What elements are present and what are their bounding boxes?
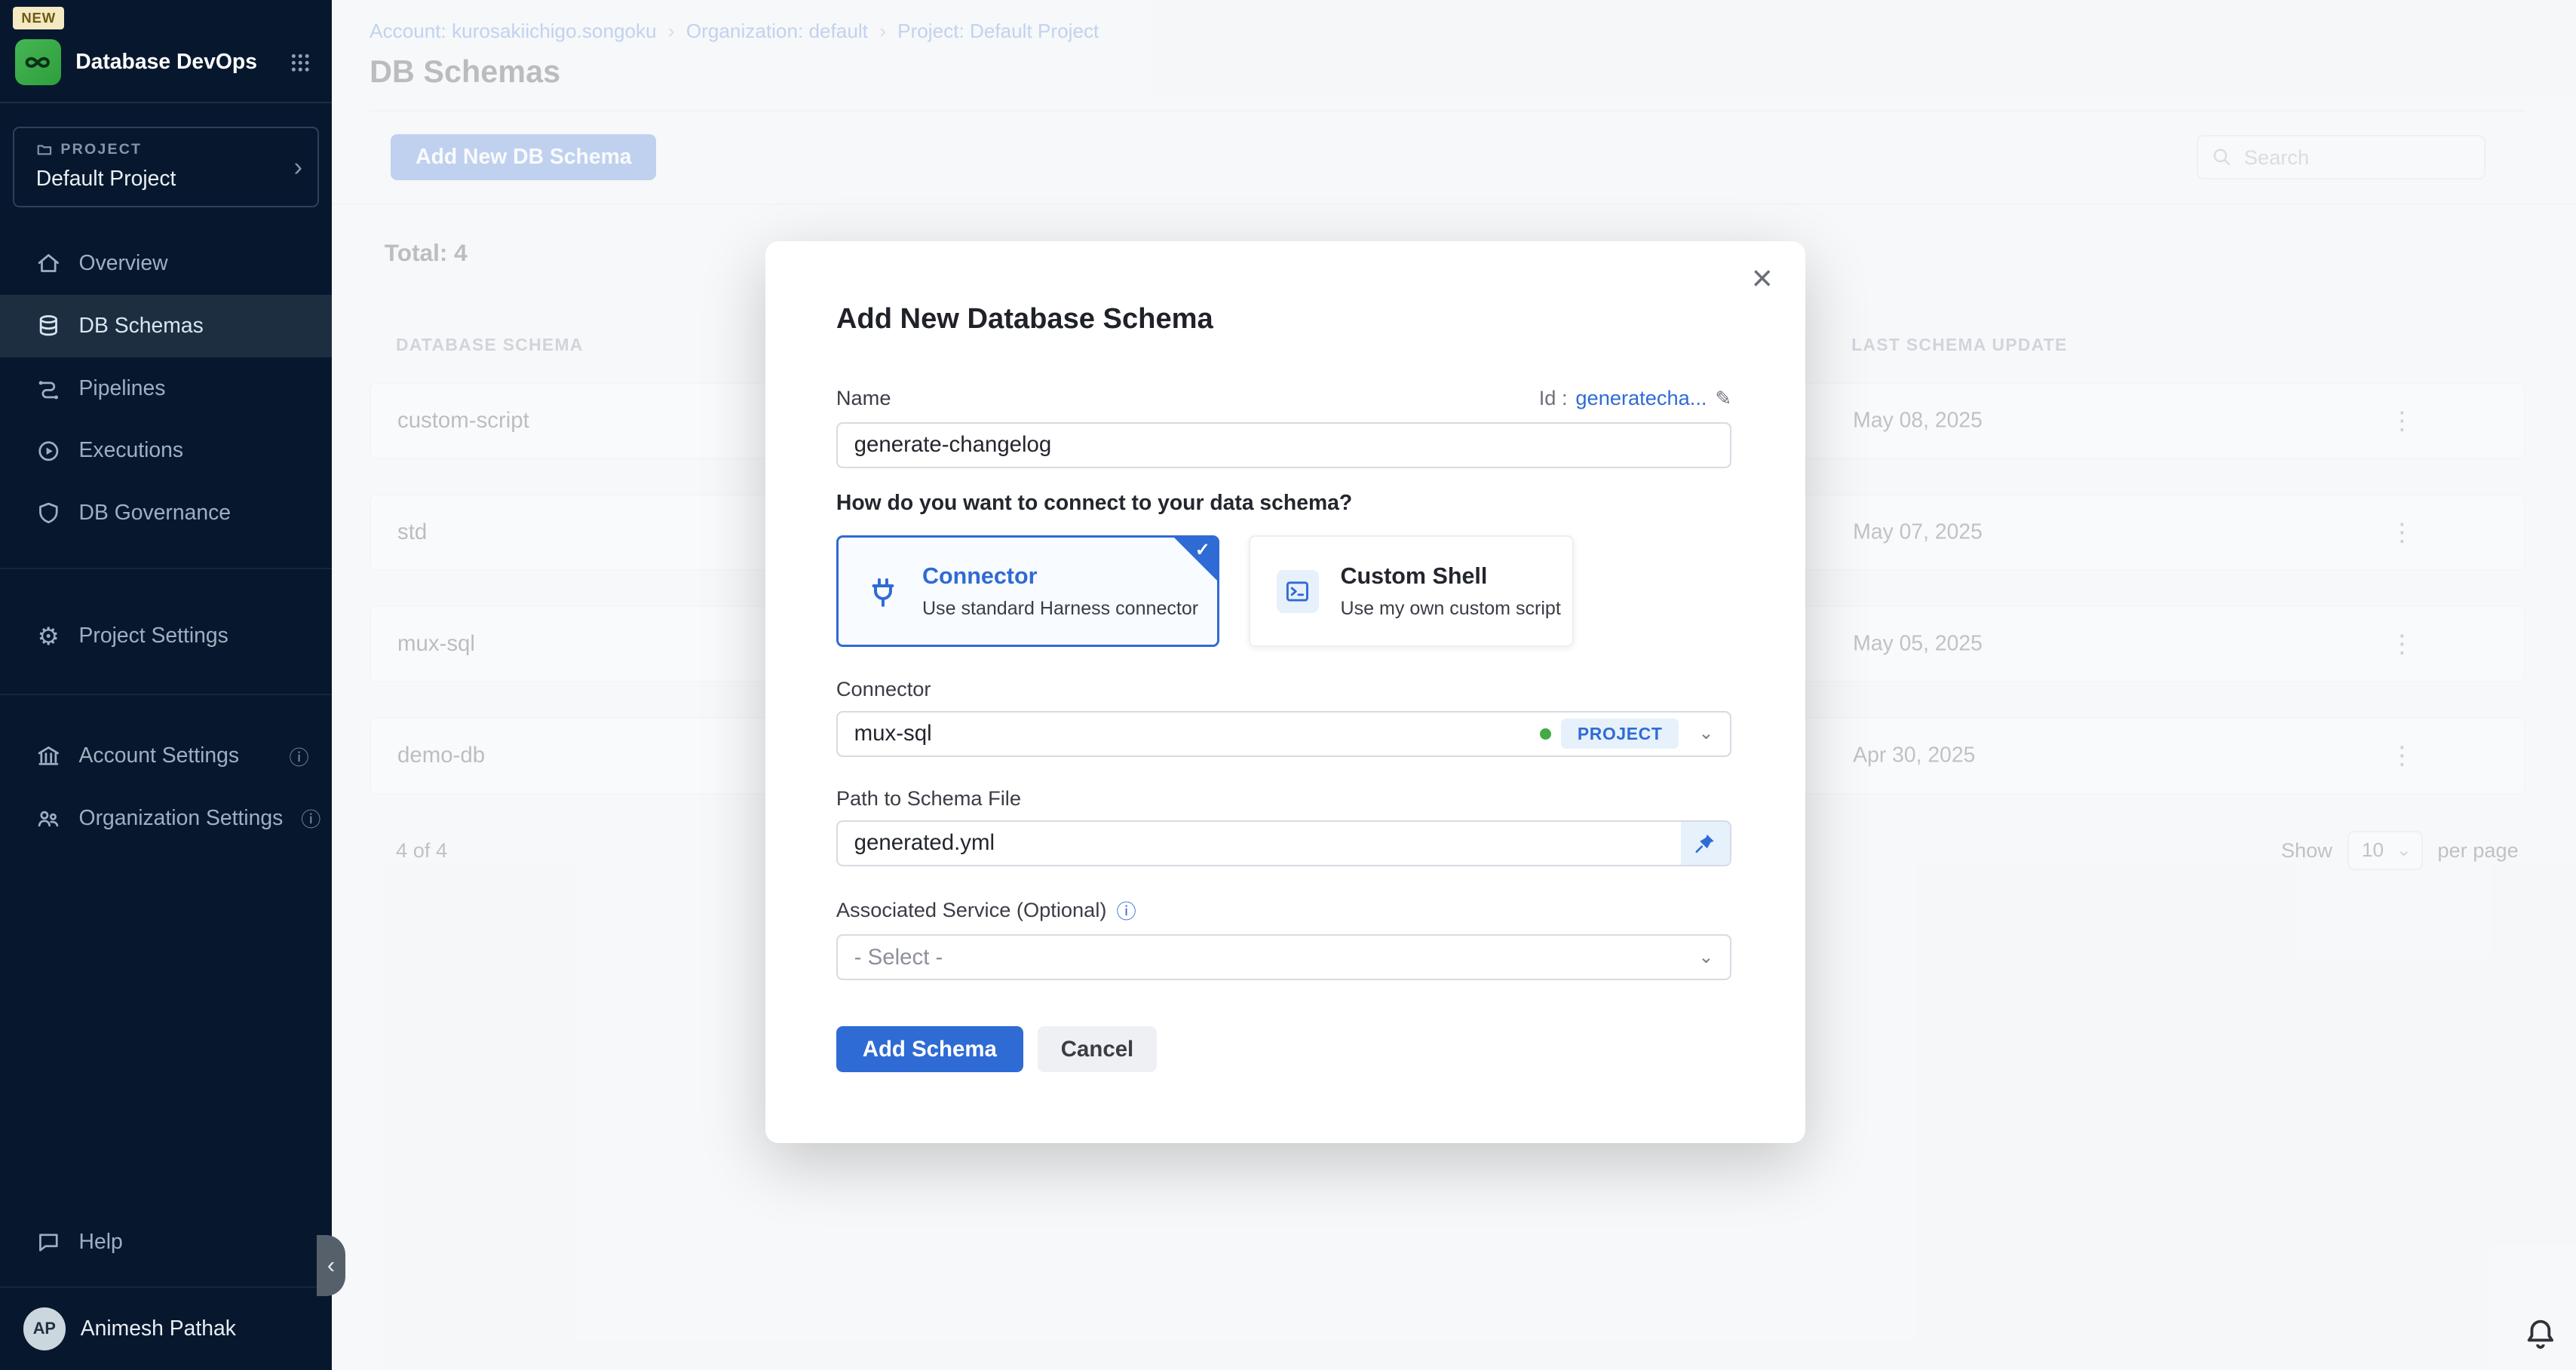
app-title: Database DevOps [75, 50, 274, 75]
option-subtitle: Use standard Harness connector [922, 598, 1198, 620]
pipelines-icon [36, 376, 61, 401]
sidebar-item-label: Project Settings [79, 624, 228, 648]
sidebar-item-label: Organization Settings [79, 806, 284, 831]
info-icon: ⓘ [289, 742, 308, 771]
cancel-button[interactable]: Cancel [1038, 1026, 1156, 1072]
overview-icon [36, 251, 61, 276]
id-value-link[interactable]: generatecha... [1575, 386, 1707, 410]
project-icon [36, 142, 53, 158]
db-governance-icon [36, 501, 61, 526]
sidebar-item-project-settings[interactable]: ⚙ Project Settings [0, 605, 332, 667]
module-grid-icon[interactable] [289, 51, 312, 75]
connector-icon [865, 573, 901, 609]
chevron-down-icon: ⌄ [1698, 725, 1713, 743]
sidebar-item-account-settings[interactable]: Account Settings ⓘ [0, 725, 332, 787]
status-dot [1540, 728, 1551, 740]
gear-icon: ⚙ [36, 624, 61, 649]
path-label: Path to Schema File [836, 786, 1731, 811]
sidebar-item-overview[interactable]: Overview [0, 232, 332, 295]
app-window: NEW Database DevOps PROJECT Default Proj… [0, 0, 2576, 1370]
chevron-left-icon: ‹ [327, 1252, 335, 1279]
info-icon: ⓘ [301, 804, 320, 832]
sidebar-item-label: Account Settings [79, 743, 239, 768]
connection-options: Connector Use standard Harness connector… [836, 535, 1731, 647]
sidebar-item-organization-settings[interactable]: Organization Settings ⓘ [0, 787, 332, 850]
project-selector[interactable]: PROJECT Default Project › [13, 127, 318, 208]
option-card-connector[interactable]: Connector Use standard Harness connector… [836, 535, 1219, 647]
sidebar-divider [0, 694, 332, 695]
sidebar-item-db-governance[interactable]: DB Governance [0, 482, 332, 544]
app-logo [15, 39, 61, 85]
info-icon: ⓘ [1117, 896, 1136, 924]
resource-center-icon[interactable] [2523, 1316, 2558, 1350]
sidebar-item-executions[interactable]: Executions [0, 419, 332, 482]
sidebar-item-help[interactable]: Help [0, 1211, 332, 1273]
pencil-icon[interactable]: ✎ [1715, 387, 1731, 410]
add-schema-modal: × Add New Database Schema Name Id : gene… [765, 241, 1805, 1143]
check-icon: ✓ [1195, 539, 1210, 561]
modal-title: Add New Database Schema [836, 241, 1731, 336]
sidebar-item-label: DB Schemas [79, 314, 204, 339]
option-subtitle: Use my own custom script [1341, 598, 1561, 620]
avatar: AP [23, 1307, 66, 1350]
project-label: PROJECT [60, 141, 142, 158]
sidebar-item-label: Pipelines [79, 376, 166, 401]
id-prefix: Id : [1539, 386, 1568, 410]
path-field [836, 820, 1731, 866]
modal-actions: Add Schema Cancel [836, 1026, 1731, 1072]
sidebar-divider [0, 568, 332, 569]
sidebar-collapse-handle[interactable]: ‹ [317, 1235, 345, 1296]
add-schema-button[interactable]: Add Schema [836, 1026, 1023, 1072]
scope-badge: PROJECT [1561, 719, 1679, 749]
name-label: Name [836, 386, 891, 410]
service-label: Associated Service (Optional) [836, 898, 1107, 922]
sidebar-item-label: Executions [79, 438, 184, 463]
db-schemas-icon [36, 314, 61, 339]
pin-icon[interactable] [1681, 822, 1730, 865]
sidebar: NEW Database DevOps PROJECT Default Proj… [0, 0, 332, 1370]
new-badge: NEW [13, 7, 64, 30]
service-field-header: Associated Service (Optional) ⓘ [836, 896, 1731, 924]
executions-icon [36, 439, 61, 464]
sidebar-item-label: Help [79, 1230, 123, 1255]
organization-settings-icon [36, 806, 61, 831]
user-menu[interactable]: AP Animesh Pathak [0, 1286, 332, 1353]
help-icon [36, 1230, 61, 1255]
sidebar-nav: Overview DB Schemas Pipelines Executions… [0, 232, 332, 544]
sidebar-divider [0, 102, 332, 103]
project-name: Default Project [36, 167, 301, 192]
connect-question: How do you want to connect to your data … [836, 491, 1731, 516]
close-icon[interactable]: × [1752, 261, 1773, 297]
connector-value: mux-sql [854, 721, 932, 746]
user-name: Animesh Pathak [81, 1316, 236, 1341]
option-title: Connector [922, 563, 1198, 590]
sidebar-item-db-schemas[interactable]: DB Schemas [0, 295, 332, 357]
chevron-down-icon: ⌄ [1698, 949, 1713, 967]
name-field-header: Name Id : generatecha... ✎ [836, 386, 1731, 410]
option-title: Custom Shell [1341, 563, 1561, 590]
name-input[interactable] [836, 422, 1731, 468]
sidebar-bottom: Help AP Animesh Pathak [0, 1211, 332, 1370]
connector-label: Connector [836, 677, 1731, 701]
account-settings-icon [36, 743, 61, 768]
chevron-right-icon: › [293, 152, 302, 182]
sidebar-item-pipelines[interactable]: Pipelines [0, 357, 332, 420]
connector-select[interactable]: mux-sql PROJECT ⌄ [836, 711, 1731, 757]
service-select[interactable]: - Select - ⌄ [836, 934, 1731, 980]
terminal-icon [1277, 570, 1320, 613]
sidebar-item-label: Overview [79, 251, 168, 276]
option-card-custom-shell[interactable]: Custom Shell Use my own custom script [1249, 535, 1574, 647]
id-display: Id : generatecha... ✎ [1539, 386, 1732, 410]
service-placeholder: - Select - [854, 945, 943, 970]
sidebar-item-label: DB Governance [79, 501, 231, 526]
path-input[interactable] [836, 820, 1731, 866]
project-label-row: PROJECT [36, 141, 301, 158]
